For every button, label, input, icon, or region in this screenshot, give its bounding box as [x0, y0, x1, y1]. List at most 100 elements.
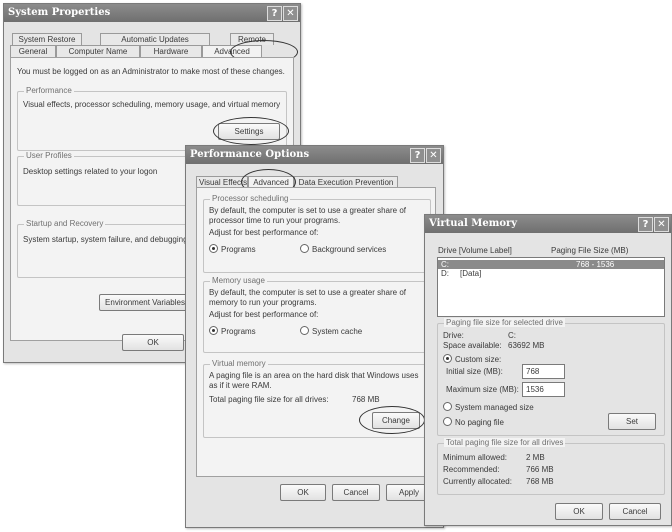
settings-button[interactable]: Settings — [218, 123, 280, 140]
maximum-size-input[interactable]: 1536 — [522, 382, 565, 397]
radio-selected-icon — [209, 244, 218, 253]
no-paging-file-label: No paging file — [455, 418, 504, 427]
virtual-memory-text: A paging file is an area on the hard dis… — [209, 371, 419, 390]
custom-size-radio[interactable]: Custom size: — [443, 354, 501, 365]
ok-button[interactable]: OK — [122, 334, 184, 351]
memory-usage-group: Memory usage By default, the computer is… — [203, 276, 431, 353]
programs-radio-label: Programs — [221, 327, 256, 336]
close-button[interactable]: ✕ — [654, 217, 669, 232]
list-item[interactable]: D: [Data] — [438, 269, 664, 278]
radio-icon — [300, 244, 309, 253]
drive-volume-label: [Data] — [460, 269, 482, 278]
system-cache-radio[interactable]: System cache — [300, 326, 362, 337]
custom-size-label: Custom size: — [455, 355, 502, 364]
initial-size-label: Initial size (MB): — [446, 367, 503, 376]
selected-drive-label: Paging file size for selected drive — [444, 318, 565, 327]
recommended-value: 766 MB — [526, 465, 554, 474]
system-cache-radio-label: System cache — [312, 327, 363, 336]
virtual-memory-label: Virtual memory — [210, 359, 268, 368]
drive-size: 768 - 1536 — [576, 260, 615, 269]
performance-options-titlebar[interactable]: Performance Options ? ✕ — [186, 146, 443, 164]
currently-allocated-label: Currently allocated: — [443, 477, 512, 486]
total-paging-group: Total paging file size for all drives Mi… — [437, 438, 665, 495]
system-properties-titlebar[interactable]: System Properties ? ✕ — [4, 4, 300, 22]
processor-adjust-label: Adjust for best performance of: — [209, 228, 319, 237]
space-available-label: Space available: — [443, 341, 502, 350]
tab-automatic-updates[interactable]: Automatic Updates — [100, 33, 210, 45]
maximum-size-label: Maximum size (MB): — [446, 385, 519, 394]
minimum-allowed-label: Minimum allowed: — [443, 453, 508, 462]
minimum-allowed-value: 2 MB — [526, 453, 545, 462]
programs-radio[interactable]: Programs — [209, 326, 256, 337]
tab-advanced[interactable]: Advanced — [202, 45, 262, 57]
total-paging-group-label: Total paging file size for all drives — [444, 438, 566, 447]
memory-usage-label: Memory usage — [210, 276, 267, 285]
advanced-panel: Processor scheduling By default, the com… — [196, 187, 436, 477]
drive-value: C: — [508, 331, 516, 340]
drive-label: Drive: — [443, 331, 464, 340]
performance-label: Performance — [24, 86, 74, 95]
close-button[interactable]: ✕ — [283, 6, 298, 21]
admin-note: You must be logged on as an Administrato… — [17, 67, 285, 76]
user-profiles-label: User Profiles — [24, 151, 74, 160]
system-managed-radio[interactable]: System managed size — [443, 402, 534, 413]
programs-radio-label: Programs — [221, 245, 256, 254]
currently-allocated-value: 768 MB — [526, 477, 554, 486]
radio-icon — [443, 417, 452, 426]
drive-column-header: Drive [Volume Label] — [438, 246, 512, 255]
memory-adjust-label: Adjust for best performance of: — [209, 310, 319, 319]
environment-variables-button[interactable]: Environment Variables — [99, 294, 191, 311]
tab-system-restore[interactable]: System Restore — [12, 33, 82, 45]
radio-icon — [300, 326, 309, 335]
space-available-value: 63692 MB — [508, 341, 545, 350]
processor-text: By default, the computer is set to use a… — [209, 206, 406, 225]
total-paging-value: 768 MB — [352, 395, 380, 404]
virtual-memory-window: Virtual Memory ? ✕ Drive [Volume Label] … — [424, 214, 672, 526]
system-managed-label: System managed size — [455, 403, 534, 412]
total-paging-label: Total paging file size for all drives: — [209, 395, 329, 404]
help-button[interactable]: ? — [267, 6, 282, 21]
startup-recovery-text: System startup, system failure, and debu… — [23, 235, 188, 244]
startup-recovery-label: Startup and Recovery — [24, 219, 106, 228]
processor-scheduling-label: Processor scheduling — [210, 194, 291, 203]
help-button[interactable]: ? — [410, 148, 425, 163]
help-button[interactable]: ? — [638, 217, 653, 232]
cancel-button[interactable]: Cancel — [609, 503, 661, 520]
set-button[interactable]: Set — [608, 413, 656, 430]
drive-list[interactable]: C: 768 - 1536 D: [Data] — [437, 257, 665, 317]
programs-radio[interactable]: Programs — [209, 244, 256, 255]
tab-general[interactable]: General — [10, 45, 56, 57]
ok-button[interactable]: OK — [555, 503, 603, 520]
cancel-button[interactable]: Cancel — [332, 484, 380, 501]
tab-remote[interactable]: Remote — [230, 33, 274, 45]
virtual-memory-group: Virtual memory A paging file is an area … — [203, 359, 431, 438]
user-profiles-text: Desktop settings related to your logon — [23, 167, 158, 176]
tab-hardware[interactable]: Hardware — [140, 45, 202, 57]
window-title: Virtual Memory — [429, 218, 518, 229]
drive-letter: C: — [441, 260, 449, 269]
drive-letter: D: — [441, 269, 449, 278]
recommended-label: Recommended: — [443, 465, 500, 474]
close-button[interactable]: ✕ — [426, 148, 441, 163]
radio-selected-icon — [209, 326, 218, 335]
no-paging-file-radio[interactable]: No paging file — [443, 417, 504, 428]
radio-selected-icon — [443, 354, 452, 363]
list-item[interactable]: C: 768 - 1536 — [438, 260, 664, 269]
performance-options-window: Performance Options ? ✕ Visual Effects A… — [185, 145, 444, 528]
virtual-memory-titlebar[interactable]: Virtual Memory ? ✕ — [425, 215, 671, 233]
performance-text: Visual effects, processor scheduling, me… — [23, 100, 281, 109]
size-column-header: Paging File Size (MB) — [551, 246, 629, 255]
window-title: System Properties — [8, 7, 111, 18]
processor-scheduling-group: Processor scheduling By default, the com… — [203, 194, 431, 273]
selected-drive-group: Paging file size for selected drive Driv… — [437, 318, 665, 436]
tab-computer-name[interactable]: Computer Name — [56, 45, 140, 57]
change-button[interactable]: Change — [372, 412, 420, 429]
background-services-radio-label: Background services — [312, 245, 387, 254]
background-services-radio[interactable]: Background services — [300, 244, 386, 255]
window-title: Performance Options — [190, 149, 310, 160]
performance-group: Performance Visual effects, processor sc… — [17, 86, 289, 151]
memory-text: By default, the computer is set to use a… — [209, 288, 406, 307]
radio-icon — [443, 402, 452, 411]
ok-button[interactable]: OK — [280, 484, 326, 501]
initial-size-input[interactable]: 768 — [522, 364, 565, 379]
